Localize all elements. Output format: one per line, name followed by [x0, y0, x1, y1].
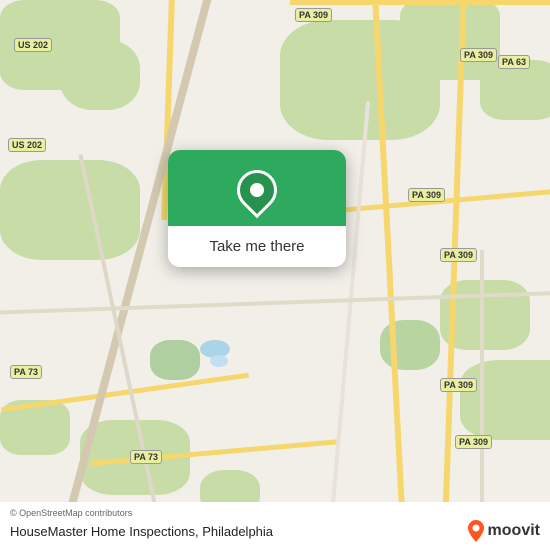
road-label-pa73-left: PA 73	[10, 365, 42, 379]
bottom-bar: © OpenStreetMap contributors HouseMaster…	[0, 502, 550, 550]
take-me-there-button[interactable]: Take me there	[168, 226, 346, 267]
road-label-pa309-bottom: PA 309	[455, 435, 492, 449]
road-label-pa309-top: PA 309	[295, 8, 332, 22]
location-pin	[235, 168, 279, 212]
location-line: HouseMaster Home Inspections, Philadelph…	[10, 520, 540, 542]
road-yellow	[290, 0, 550, 5]
road-label-pa63-right: PA 63	[498, 55, 530, 69]
road-label-pa73-bottom: PA 73	[130, 450, 162, 464]
water-body	[210, 355, 228, 367]
moovit-text: moovit	[488, 522, 540, 540]
pin-shape	[229, 162, 286, 219]
green-area	[0, 160, 140, 260]
green-area	[480, 60, 550, 120]
road-label-pa309-lower: PA 309	[440, 378, 477, 392]
map-container: US 202PA 309PA 309PA 63US 202PA 309PA 30…	[0, 0, 550, 550]
green-area	[460, 360, 550, 440]
green-area	[150, 340, 200, 380]
road-label-pa309-mid2: PA 309	[440, 248, 477, 262]
popup-header	[168, 150, 346, 226]
popup-card: Take me there	[168, 150, 346, 267]
green-area	[60, 40, 140, 110]
road-label-pa309-right-top: PA 309	[460, 48, 497, 62]
copyright-text: © OpenStreetMap contributors	[10, 508, 540, 518]
road-label-pa309-mid: PA 309	[408, 188, 445, 202]
pin-dot	[250, 183, 264, 197]
moovit-pin-icon	[466, 520, 486, 542]
location-text: HouseMaster Home Inspections, Philadelph…	[10, 524, 273, 539]
road-label-us202-left: US 202	[8, 138, 46, 152]
moovit-logo: moovit	[466, 520, 540, 542]
road-label-us202-top: US 202	[14, 38, 52, 52]
